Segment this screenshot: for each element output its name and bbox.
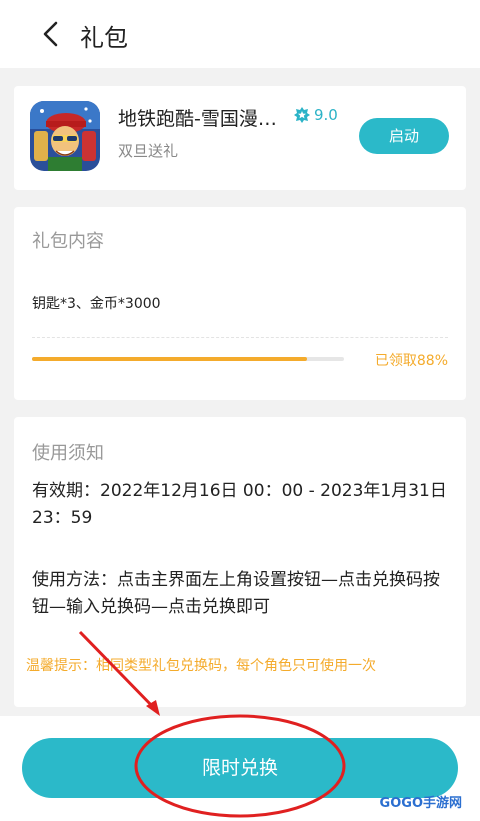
app-subtitle: 双旦送礼 [118, 142, 179, 160]
header-bar: 礼包 [0, 0, 480, 68]
claim-progress-bar [32, 357, 344, 361]
rating-value: 9.0 [314, 106, 338, 124]
watermark-logo: GOGO手游网 [379, 796, 462, 811]
method-text: 使用方法：点击主界面左上角设置按钮—点击兑换码按钮—输入兑换码—点击兑换即可 [32, 570, 440, 617]
back-button[interactable] [30, 16, 70, 52]
gift-content-card: 礼包内容 钥匙*3、金币*3000 已领取88% [14, 207, 466, 400]
launch-button[interactable]: 启动 [359, 118, 449, 154]
tip-text: 温馨提示：相同类型礼包兑换码，每个角色只可使用一次 [26, 658, 376, 674]
divider [32, 337, 448, 338]
redeem-button[interactable]: 限时兑换 [22, 738, 458, 798]
validity-text: 有效期：2022年12月16日 00：00 - 2023年1月31日 23：59 [32, 481, 447, 528]
app-rating: 9.0 [294, 106, 338, 124]
app-card: 地铁跑酷-雪国漫… 9.0 双旦送礼 启动 [14, 86, 466, 190]
content-text: 钥匙*3、金币*3000 [32, 296, 161, 312]
usage-card: 使用须知 有效期：2022年12月16日 00：00 - 2023年1月31日 … [14, 417, 466, 707]
claim-progress-fill [32, 357, 307, 361]
page-title: 礼包 [80, 24, 128, 52]
app-icon[interactable] [30, 101, 100, 171]
usage-section-title: 使用须知 [32, 443, 104, 464]
app-name: 地铁跑酷-雪国漫… [118, 108, 277, 130]
star-badge-icon [294, 107, 310, 123]
claim-progress-label: 已领取88% [374, 353, 448, 369]
content-section-title: 礼包内容 [32, 231, 104, 252]
back-arrow-icon [43, 21, 58, 47]
